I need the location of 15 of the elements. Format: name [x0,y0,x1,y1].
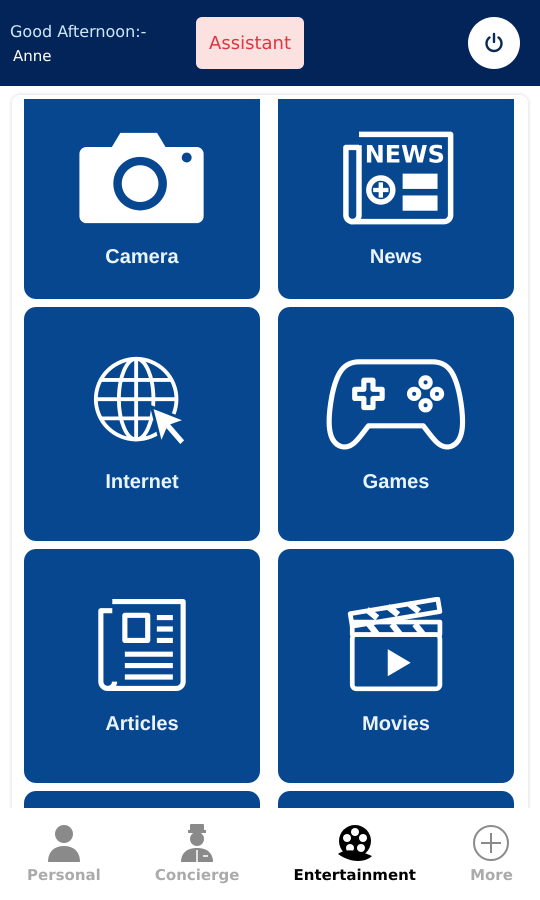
menu-tile[interactable]: Games [278,307,514,541]
user-name: Anne [13,46,53,64]
bellhop-icon [179,824,216,862]
menu-tile[interactable]: Articles [24,549,260,783]
person-icon [46,824,81,862]
add-icon [472,824,510,862]
menu-tile[interactable]: NEWS News [278,99,514,299]
nav-tab[interactable]: Entertainment [294,824,416,884]
assistant-button[interactable]: Assistant [196,17,304,69]
power-button[interactable] [468,17,520,69]
menu-tile[interactable]: Movies [278,549,514,783]
menu-tile[interactable]: Camera [24,99,260,299]
greeting-text: Good Afternoon:- [10,22,148,40]
menu-tile[interactable]: Internet [24,307,260,541]
film-reel-icon [336,824,374,862]
